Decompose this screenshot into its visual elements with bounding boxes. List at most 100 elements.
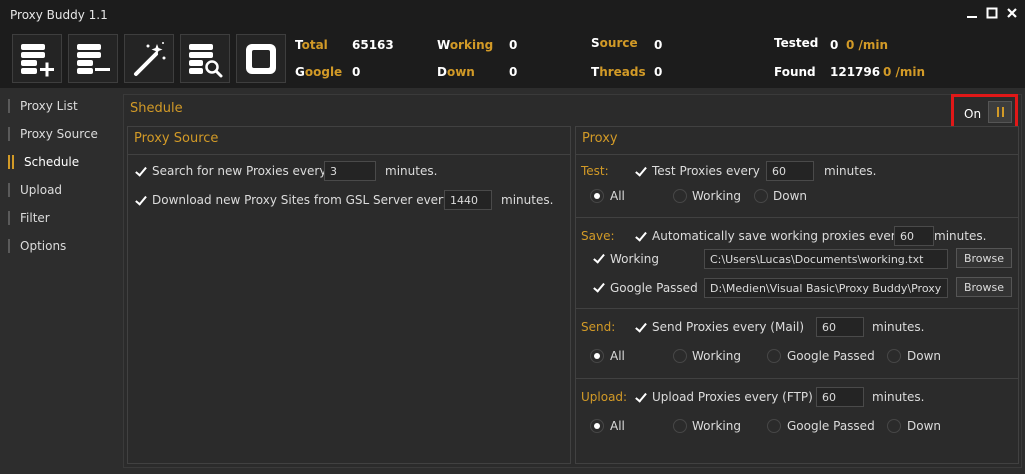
search-proxies-checkbox[interactable]: [134, 165, 148, 179]
stat-down-value: 0: [509, 65, 518, 79]
sidebar-item-options[interactable]: Options: [8, 236, 118, 256]
panel-title: Proxy: [582, 131, 618, 146]
stat-threads-value: 0: [654, 65, 663, 79]
minutes-label: minutes.: [501, 193, 554, 207]
send-mail-checkbox[interactable]: [634, 321, 648, 335]
list-remove-icon: [77, 43, 110, 74]
pause-icon[interactable]: [988, 101, 1012, 123]
stat-tested-rate: 0 /min: [846, 38, 889, 52]
send-mail-label: Send Proxies every (Mail): [652, 320, 805, 334]
download-sites-label: Download new Proxy Sites from GSL Server…: [152, 193, 451, 207]
minutes-label: minutes.: [872, 320, 925, 334]
radio-label: Working: [692, 189, 741, 203]
close-icon[interactable]: [1005, 6, 1019, 20]
remove-list-button[interactable]: [68, 34, 118, 83]
save-working-checkbox[interactable]: [592, 252, 606, 266]
nav-marker: [8, 127, 10, 141]
stat-total-label: Total: [295, 38, 328, 52]
proxy-panel: Proxy Test: Test Proxies every minutes. …: [575, 126, 1019, 464]
minutes-label: minutes.: [934, 229, 987, 243]
minutes-label: minutes.: [385, 164, 438, 178]
radio-label: All: [610, 189, 625, 203]
sidebar-item-proxy-source[interactable]: Proxy Source: [8, 124, 118, 144]
radio-label: Down: [907, 349, 942, 363]
sidebar-item-filter[interactable]: Filter: [8, 208, 118, 228]
send-interval-input[interactable]: [816, 317, 864, 337]
save-google-checkbox[interactable]: [592, 281, 606, 295]
magic-button[interactable]: [124, 34, 174, 83]
upload-interval-input[interactable]: [816, 387, 864, 407]
add-list-button[interactable]: [12, 34, 62, 83]
list-search-icon: [189, 43, 223, 77]
send-section-label: Send:: [581, 320, 616, 334]
radio-label: All: [610, 349, 625, 363]
browse-google-button[interactable]: Browse: [956, 277, 1012, 297]
sidebar-item-label: Proxy Source: [20, 127, 98, 141]
app-title: Proxy Buddy 1.1: [10, 8, 108, 22]
upload-google-radio[interactable]: [767, 419, 781, 433]
download-sites-checkbox[interactable]: [134, 194, 148, 208]
divider: [576, 217, 1018, 218]
stop-icon: [246, 43, 276, 74]
stat-tested-label: Tested: [774, 36, 819, 50]
stop-button[interactable]: [236, 34, 286, 83]
test-section-label: Test:: [581, 164, 609, 178]
radio-label: Google Passed: [787, 349, 875, 363]
test-all-radio[interactable]: [590, 189, 604, 203]
upload-all-radio[interactable]: [590, 419, 604, 433]
minimize-icon[interactable]: [965, 6, 979, 20]
stat-working-value: 0: [509, 38, 518, 52]
sidebar-item-proxy-list[interactable]: Proxy List: [8, 96, 118, 116]
upload-down-radio[interactable]: [887, 419, 901, 433]
sidebar-item-label: Upload: [20, 183, 63, 197]
radio-label: All: [610, 419, 625, 433]
stat-found-rate: 0 /min: [883, 65, 926, 79]
radio-label: Google Passed: [787, 419, 875, 433]
toggle-state-label: On: [964, 107, 982, 121]
send-google-radio[interactable]: [767, 349, 781, 363]
auto-save-checkbox[interactable]: [634, 230, 648, 244]
test-working-radio[interactable]: [673, 189, 687, 203]
proxy-source-panel: Proxy Source Search for new Proxies ever…: [127, 126, 571, 464]
download-interval-input[interactable]: [444, 190, 492, 210]
search-interval-input[interactable]: [324, 161, 376, 181]
sidebar: Proxy List Proxy Source Schedule Upload …: [0, 88, 120, 474]
sidebar-item-upload[interactable]: Upload: [8, 180, 118, 200]
maximize-icon[interactable]: [985, 6, 999, 20]
test-down-radio[interactable]: [754, 189, 768, 203]
save-section-label: Save:: [581, 229, 615, 243]
list-add-icon: [21, 43, 54, 76]
test-interval-input[interactable]: [766, 161, 814, 181]
google-path-input[interactable]: [704, 278, 948, 298]
stat-total-value: 65163: [352, 38, 394, 52]
send-working-radio[interactable]: [673, 349, 687, 363]
test-proxies-checkbox[interactable]: [634, 165, 648, 179]
toolbar: Total 65163 Google 0 Working 0 Down 0 So…: [0, 30, 1025, 88]
divider: [576, 154, 1018, 155]
radio-label: Working: [692, 349, 741, 363]
radio-label: Down: [773, 189, 808, 203]
minutes-label: minutes.: [872, 390, 925, 404]
magic-wand-icon: [134, 41, 166, 76]
nav-marker: [8, 155, 10, 169]
stat-google-value: 0: [352, 65, 361, 79]
stat-found-label: Found: [774, 65, 816, 79]
save-working-label: Working: [610, 252, 659, 266]
auto-save-label: Automatically save working proxies every: [652, 229, 903, 243]
sidebar-item-schedule[interactable]: Schedule: [8, 152, 118, 172]
divider: [576, 308, 1018, 309]
upload-ftp-checkbox[interactable]: [634, 391, 648, 405]
working-path-input[interactable]: [704, 249, 948, 269]
upload-working-radio[interactable]: [673, 419, 687, 433]
save-interval-input[interactable]: [894, 226, 934, 246]
save-google-label: Google Passed: [610, 281, 698, 295]
test-proxies-label: Test Proxies every: [652, 164, 760, 178]
send-all-radio[interactable]: [590, 349, 604, 363]
browse-working-button[interactable]: Browse: [956, 248, 1012, 268]
upload-section-label: Upload:: [581, 390, 628, 404]
page-title: Shedule: [130, 101, 183, 116]
send-down-radio[interactable]: [887, 349, 901, 363]
stat-working-label: Working: [437, 38, 494, 52]
search-list-button[interactable]: [180, 34, 230, 83]
stat-tested-value: 0: [830, 38, 839, 52]
